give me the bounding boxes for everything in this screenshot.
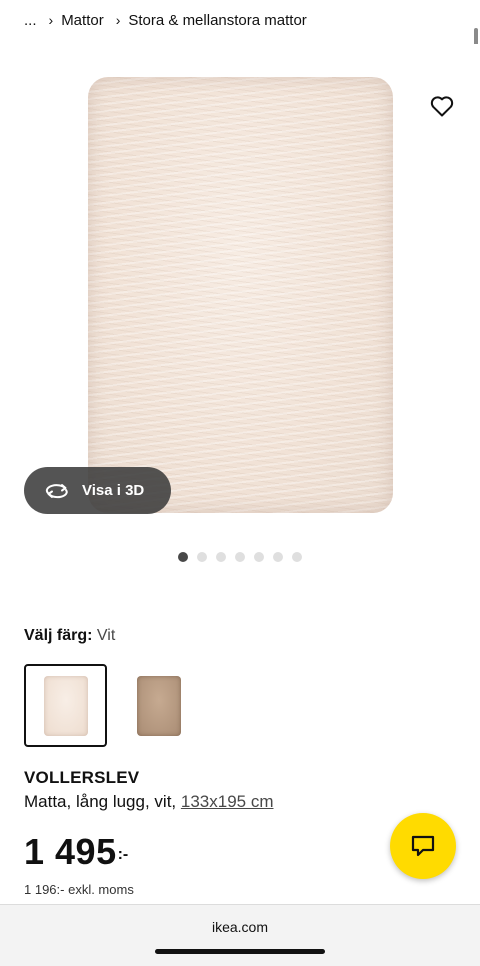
chat-bubble-icon xyxy=(411,835,435,857)
product-name: VOLLERSLEV xyxy=(24,768,140,787)
price-suffix: :- xyxy=(117,846,129,863)
product-image-gallery[interactable]: Visa i 3D xyxy=(0,44,480,544)
gallery-pagination xyxy=(0,552,480,562)
color-selector-label: Välj färg: Vit xyxy=(24,627,115,645)
product-description-text: Matta, lång lugg, vit, xyxy=(24,792,177,811)
product-image-rug xyxy=(88,77,393,513)
gallery-dot[interactable] xyxy=(178,552,188,562)
breadcrumb-separator: › xyxy=(48,12,54,28)
gallery-dot[interactable] xyxy=(216,552,226,562)
color-swatch-beige[interactable] xyxy=(117,664,200,747)
gallery-dot[interactable] xyxy=(273,552,283,562)
gallery-dot[interactable] xyxy=(197,552,207,562)
breadcrumb-ellipsis[interactable]: ... xyxy=(24,12,37,29)
browser-domain[interactable]: ikea.com xyxy=(0,919,480,935)
swatch-image-beige-rug xyxy=(136,675,181,736)
view-in-3d-label: Visa i 3D xyxy=(82,482,145,499)
breadcrumb-item-stora-mellanstora-mattor[interactable]: Stora & mellanstora mattor xyxy=(128,12,306,29)
gallery-dot[interactable] xyxy=(292,552,302,562)
product-price: 1 495 :- xyxy=(24,832,128,872)
selected-color-value: Vit xyxy=(96,627,116,644)
color-swatches xyxy=(24,664,200,747)
color-label: Välj färg: xyxy=(24,627,93,644)
home-indicator[interactable] xyxy=(155,949,325,954)
rotate-3d-icon xyxy=(45,483,68,498)
price-amount: 1 495 xyxy=(24,831,117,872)
view-in-3d-button[interactable]: Visa i 3D xyxy=(24,467,171,514)
favorite-button[interactable] xyxy=(426,90,458,122)
browser-url-bar[interactable]: ikea.com xyxy=(0,904,480,966)
gallery-dot[interactable] xyxy=(235,552,245,562)
breadcrumb-item-mattor[interactable]: Mattor xyxy=(61,12,104,29)
swatch-image-white-rug xyxy=(43,675,88,736)
product-size-link[interactable]: 133x195 cm xyxy=(181,792,274,811)
breadcrumb: ... › Mattor › Stora & mellanstora matto… xyxy=(24,10,307,30)
breadcrumb-separator: › xyxy=(115,12,121,28)
product-description: Matta, lång lugg, vit, 133x195 cm xyxy=(24,792,274,812)
heart-outline-icon xyxy=(430,96,454,117)
color-swatch-white[interactable] xyxy=(24,664,107,747)
price-excl-vat: 1 196:- exkl. moms xyxy=(24,882,134,897)
gallery-dot[interactable] xyxy=(254,552,264,562)
chat-button[interactable] xyxy=(390,813,456,879)
